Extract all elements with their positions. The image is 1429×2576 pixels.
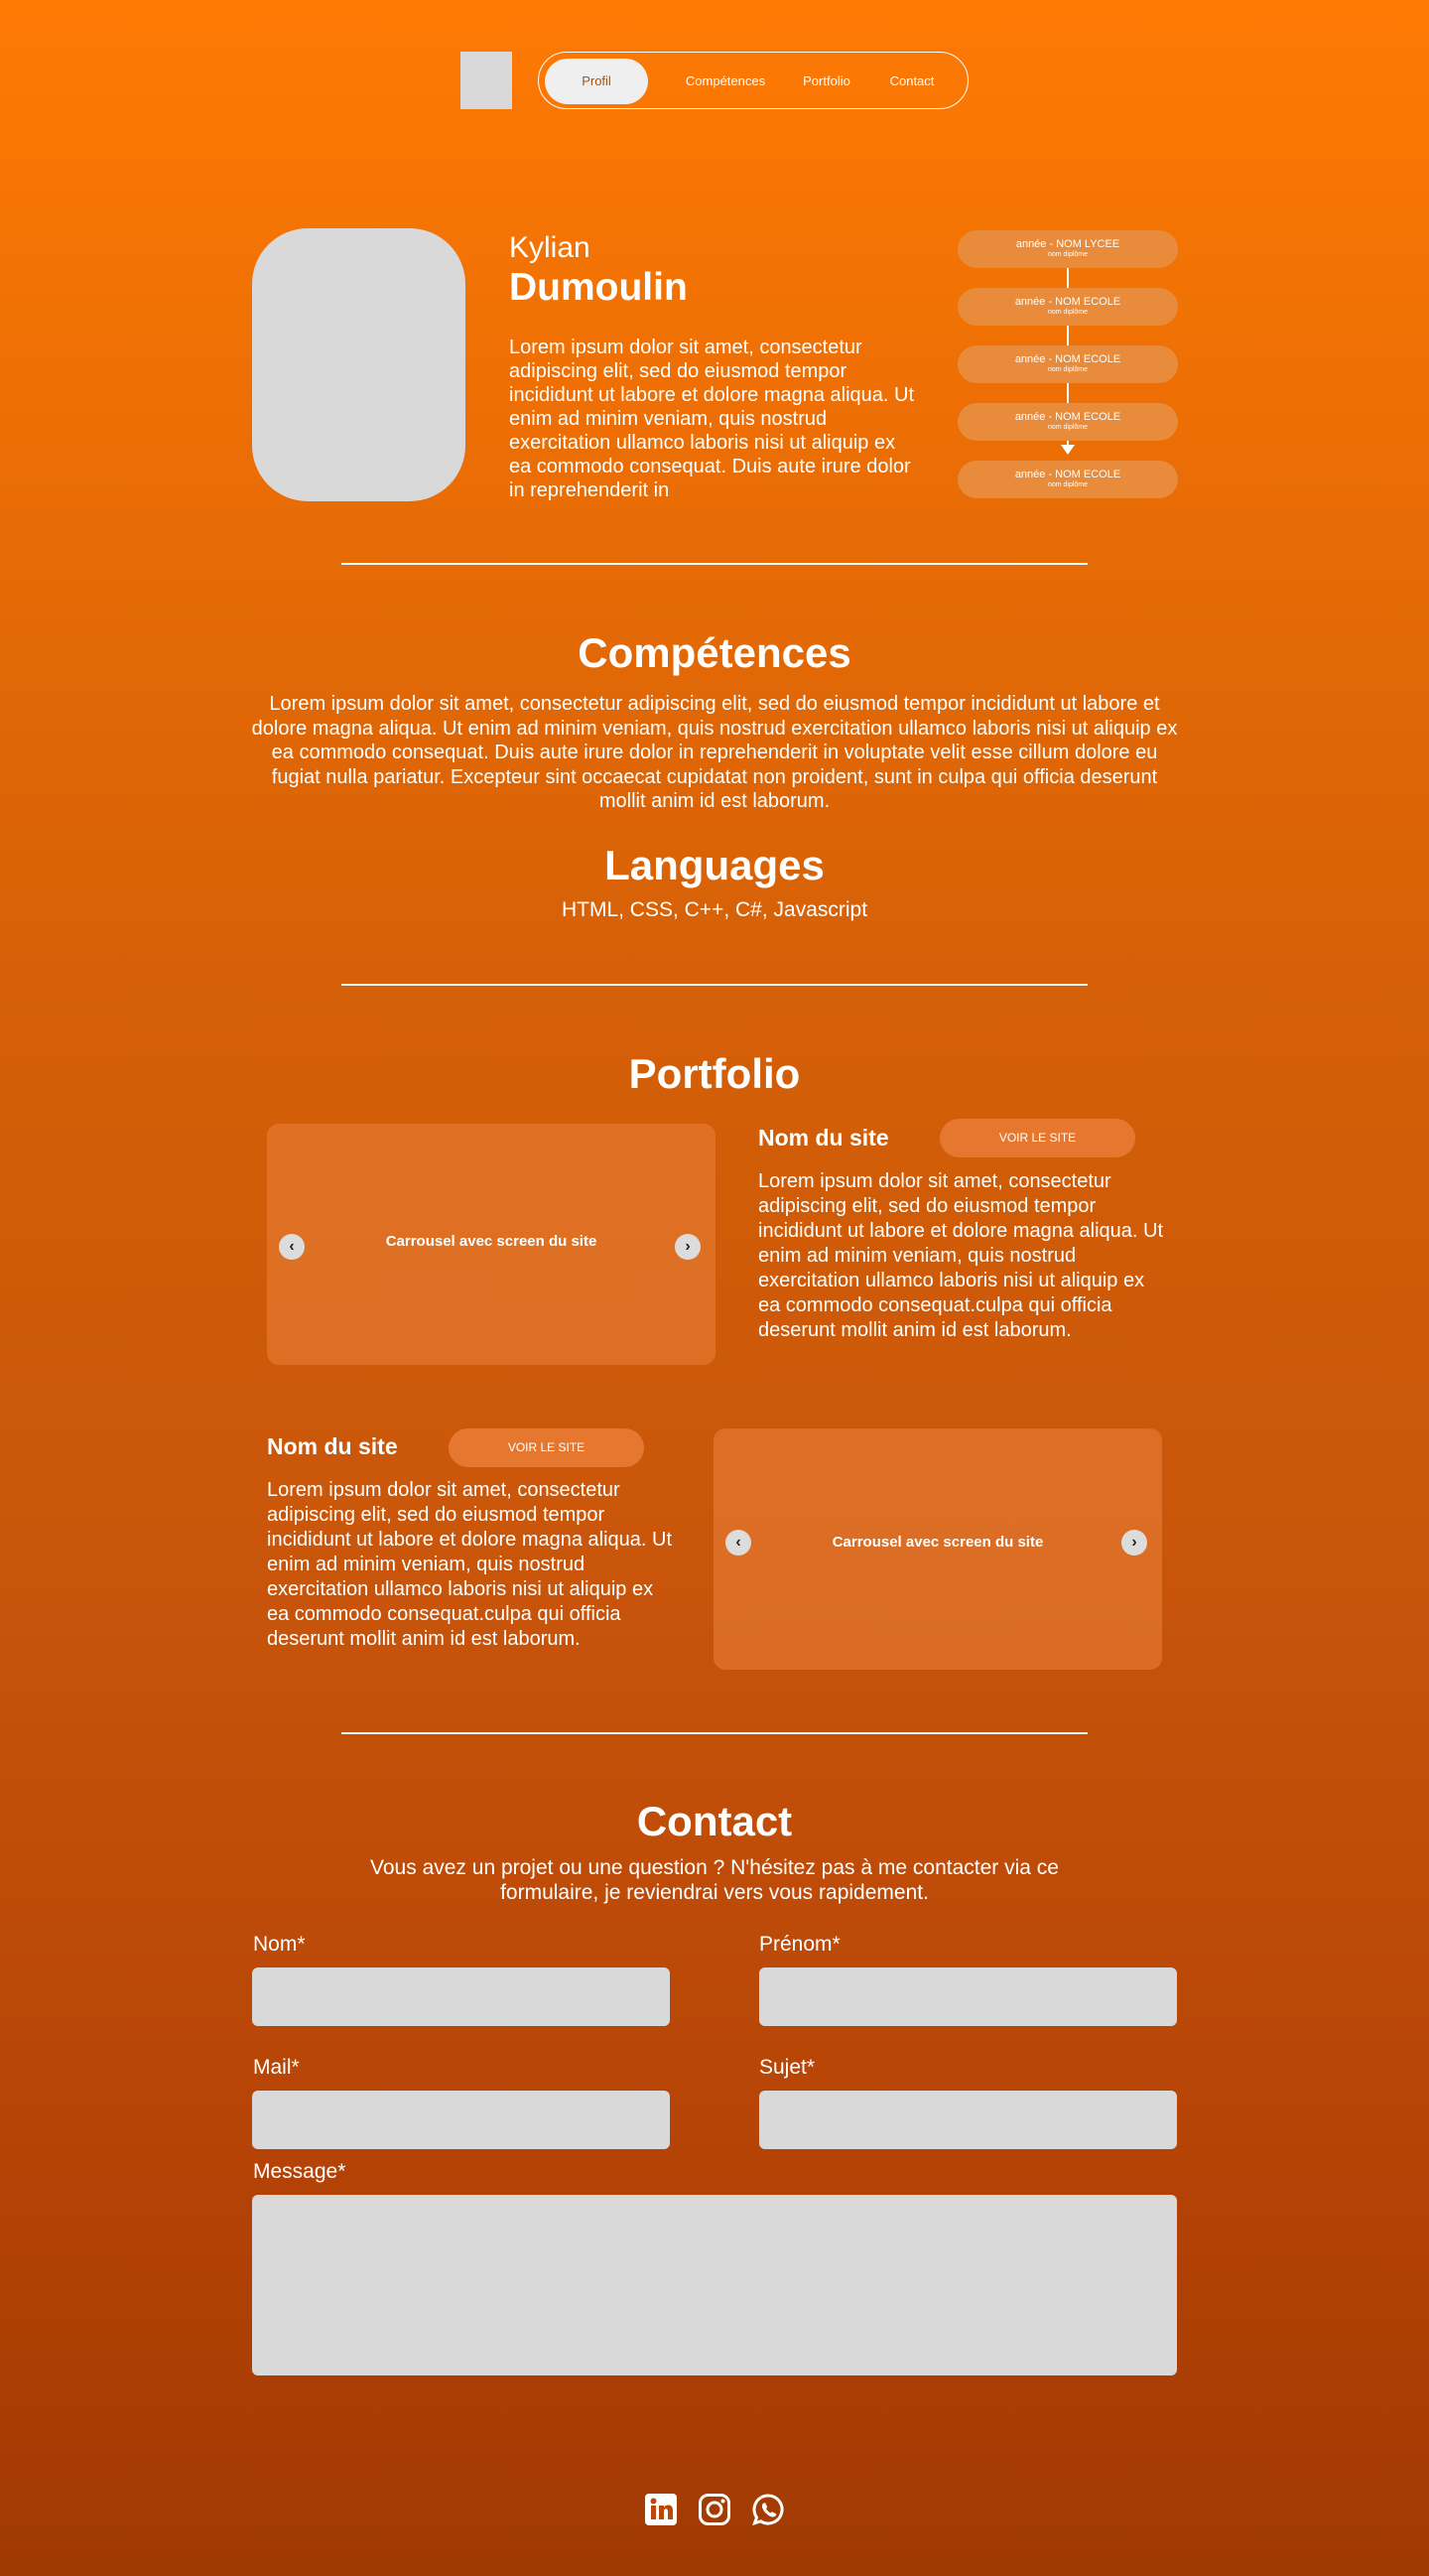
sujet-field[interactable] <box>759 2091 1177 2149</box>
timeline-item: année - NOM ECOLE nom diplôme <box>958 403 1178 441</box>
mail-label: Mail* <box>253 2056 300 2079</box>
whatsapp-icon[interactable] <box>751 2493 785 2526</box>
profile-bio: Lorem ipsum dolor sit amet, consectetur … <box>509 337 915 501</box>
timeline-connector <box>1067 383 1069 403</box>
profile-first-name: Kylian <box>509 231 590 264</box>
portfolio-title: Portfolio <box>628 1050 801 1097</box>
timeline-item-title: année - NOM LYCEE <box>1015 238 1120 250</box>
contact-title: Contact <box>636 1798 793 1844</box>
chevron-right-icon[interactable]: › <box>1121 1530 1147 1556</box>
message-label: Message* <box>253 2160 346 2183</box>
project-carousel[interactable]: ‹ Carrousel avec screen du site › <box>267 1124 715 1365</box>
timeline-item: année - NOM ECOLE nom diplôme <box>958 288 1178 326</box>
nav-item-portfolio[interactable]: Portfolio <box>787 59 866 104</box>
timeline-item-title: année - NOM ECOLE <box>1014 296 1121 308</box>
section-divider <box>341 984 1088 986</box>
timeline-item-subtitle: nom diplôme <box>1047 251 1089 258</box>
profile-photo-placeholder <box>252 228 465 501</box>
timeline-item-subtitle: nom diplôme <box>1047 309 1089 316</box>
timeline-connector <box>1067 268 1069 288</box>
instagram-icon[interactable] <box>698 2493 731 2526</box>
timeline-item-title: année - NOM ECOLE <box>1014 469 1121 480</box>
timeline-item: année - NOM ECOLE nom diplôme <box>958 345 1178 383</box>
visit-site-button[interactable]: VOIR LE SITE <box>449 1428 644 1467</box>
section-divider <box>341 1732 1088 1734</box>
visit-site-button[interactable]: VOIR LE SITE <box>940 1119 1135 1157</box>
project-name: Nom du site <box>758 1125 889 1151</box>
mail-field[interactable] <box>252 2091 670 2149</box>
main-nav: Profil Compétences Portfolio Contact <box>538 52 969 109</box>
logo-placeholder[interactable] <box>460 52 512 109</box>
timeline-item-subtitle: nom diplôme <box>1047 424 1089 431</box>
carousel-label: Carrousel avec screen du site <box>385 1233 597 1250</box>
timeline-item: année - NOM LYCEE nom diplôme <box>958 230 1178 268</box>
project-carousel[interactable]: ‹ Carrousel avec screen du site › <box>714 1428 1162 1670</box>
profile-last-name: Dumoulin <box>509 266 688 309</box>
section-divider <box>341 563 1088 565</box>
nav-item-contact[interactable]: Contact <box>874 59 950 104</box>
sujet-label: Sujet* <box>759 2056 816 2079</box>
skills-title: Compétences <box>578 629 851 676</box>
nav-item-competences[interactable]: Compétences <box>668 59 783 104</box>
nom-field[interactable] <box>252 1967 670 2026</box>
timeline-item-title: année - NOM ECOLE <box>1014 353 1121 365</box>
project-name: Nom du site <box>267 1433 398 1459</box>
message-field[interactable] <box>252 2195 1177 2375</box>
languages-list: HTML, CSS, C++, C#, Javascript <box>561 898 868 921</box>
timeline-connector <box>1067 326 1069 345</box>
arrow-down-icon <box>1061 445 1075 455</box>
timeline-item-title: année - NOM ECOLE <box>1014 411 1121 423</box>
nom-label: Nom* <box>253 1933 306 1956</box>
nav-item-profil[interactable]: Profil <box>545 59 648 104</box>
timeline-item-subtitle: nom diplôme <box>1047 481 1089 488</box>
skills-text: Lorem ipsum dolor sit amet, consectetur … <box>251 693 1178 812</box>
timeline-item: année - NOM ECOLE nom diplôme <box>958 461 1178 498</box>
timeline-item-subtitle: nom diplôme <box>1047 366 1089 373</box>
contact-intro: Vous avez un projet ou une question ? N'… <box>370 1856 1059 1904</box>
project-description: Lorem ipsum dolor sit amet, consectetur … <box>267 1479 673 1650</box>
project-description: Lorem ipsum dolor sit amet, consectetur … <box>758 1170 1164 1341</box>
linkedin-icon[interactable] <box>644 2493 678 2526</box>
prenom-label: Prénom* <box>759 1933 841 1956</box>
languages-title: Languages <box>604 842 825 888</box>
prenom-field[interactable] <box>759 1967 1177 2026</box>
chevron-right-icon[interactable]: › <box>675 1234 701 1260</box>
carousel-label: Carrousel avec screen du site <box>832 1534 1044 1551</box>
